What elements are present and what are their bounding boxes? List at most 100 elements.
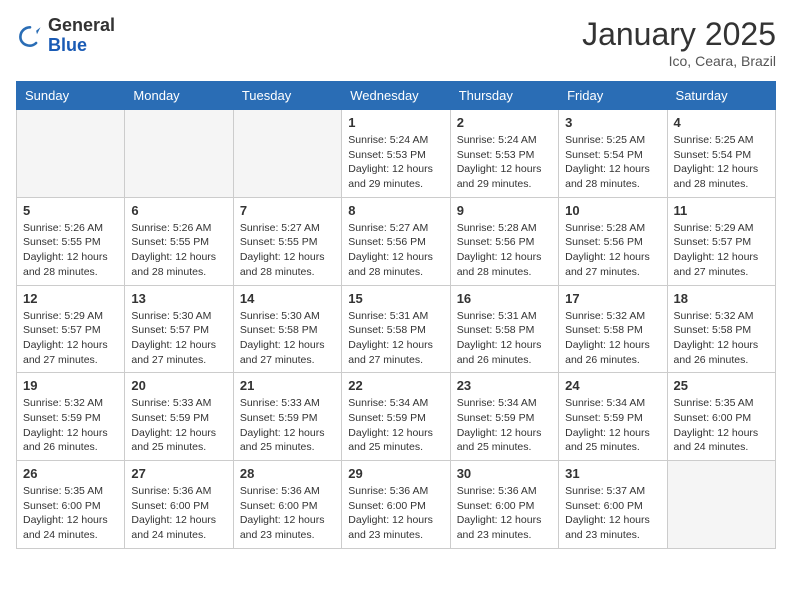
location: Ico, Ceara, Brazil <box>582 53 776 69</box>
day-number: 27 <box>131 466 226 481</box>
day-info: Sunrise: 5:25 AM Sunset: 5:54 PM Dayligh… <box>674 133 769 192</box>
day-number: 9 <box>457 203 552 218</box>
calendar-cell <box>125 110 233 198</box>
day-info: Sunrise: 5:32 AM Sunset: 5:58 PM Dayligh… <box>674 309 769 368</box>
calendar-week-2: 12Sunrise: 5:29 AM Sunset: 5:57 PM Dayli… <box>17 285 776 373</box>
day-number: 29 <box>348 466 443 481</box>
weekday-header-monday: Monday <box>125 82 233 110</box>
calendar-cell: 29 Sunrise: 5:36 AM Sunset: 6:00 PM Dayli… <box>342 461 450 549</box>
logo: General Blue <box>16 16 115 56</box>
weekday-header-friday: Friday <box>559 82 667 110</box>
title-block: January 2025 Ico, Ceara, Brazil <box>582 16 776 69</box>
day-info: Sunrise: 5:29 AM Sunset: 5:57 PM Dayligh… <box>23 309 118 368</box>
calendar-cell: 1Sunrise: 5:24 AM Sunset: 5:53 PM Daylig… <box>342 110 450 198</box>
weekday-header-row: SundayMondayTuesdayWednesdayThursdayFrid… <box>17 82 776 110</box>
calendar-week-3: 19 Sunrise: 5:32 AM Sunset: 5:59 PM Dayli… <box>17 373 776 461</box>
day-info: Sunrise: 5:28 AM Sunset: 5:56 PM Dayligh… <box>457 221 552 280</box>
calendar-cell: 5 Sunrise: 5:26 AM Sunset: 5:55 PM Daylig… <box>17 197 125 285</box>
day-info: Sunrise: 5:27 AM Sunset: 5:56 PM Dayligh… <box>348 221 443 280</box>
calendar-cell: 9 Sunrise: 5:28 AM Sunset: 5:56 PM Daylig… <box>450 197 558 285</box>
day-number: 4 <box>674 115 769 130</box>
day-number: 13 <box>131 291 226 306</box>
calendar-week-0: 1Sunrise: 5:24 AM Sunset: 5:53 PM Daylig… <box>17 110 776 198</box>
day-info: Sunrise: 5:33 AM Sunset: 5:59 PM Dayligh… <box>131 396 226 455</box>
day-info: Sunrise: 5:32 AM Sunset: 5:59 PM Dayligh… <box>23 396 118 455</box>
day-info: Sunrise: 5:37 AM Sunset: 6:00 PM Dayligh… <box>565 484 660 543</box>
calendar-cell: 27 Sunrise: 5:36 AM Sunset: 6:00 PM Dayli… <box>125 461 233 549</box>
day-number: 23 <box>457 378 552 393</box>
day-info: Sunrise: 5:36 AM Sunset: 6:00 PM Dayligh… <box>457 484 552 543</box>
calendar-cell <box>233 110 341 198</box>
calendar-header: SundayMondayTuesdayWednesdayThursdayFrid… <box>17 82 776 110</box>
logo-general: General <box>48 15 115 35</box>
day-info: Sunrise: 5:24 AM Sunset: 5:53 PM Dayligh… <box>457 133 552 192</box>
calendar-cell: 8 Sunrise: 5:27 AM Sunset: 5:56 PM Daylig… <box>342 197 450 285</box>
calendar-cell: 12Sunrise: 5:29 AM Sunset: 5:57 PM Dayli… <box>17 285 125 373</box>
day-number: 26 <box>23 466 118 481</box>
day-info: Sunrise: 5:25 AM Sunset: 5:54 PM Dayligh… <box>565 133 660 192</box>
day-number: 31 <box>565 466 660 481</box>
day-number: 8 <box>348 203 443 218</box>
day-number: 16 <box>457 291 552 306</box>
day-info: Sunrise: 5:35 AM Sunset: 6:00 PM Dayligh… <box>674 396 769 455</box>
calendar-cell: 14Sunrise: 5:30 AM Sunset: 5:58 PM Dayli… <box>233 285 341 373</box>
calendar-cell: 18 Sunrise: 5:32 AM Sunset: 5:58 PM Dayli… <box>667 285 775 373</box>
day-number: 18 <box>674 291 769 306</box>
calendar-cell: 26 Sunrise: 5:35 AM Sunset: 6:00 PM Dayli… <box>17 461 125 549</box>
calendar-cell: 4 Sunrise: 5:25 AM Sunset: 5:54 PM Daylig… <box>667 110 775 198</box>
calendar-cell: 17Sunrise: 5:32 AM Sunset: 5:58 PM Dayli… <box>559 285 667 373</box>
day-info: Sunrise: 5:36 AM Sunset: 6:00 PM Dayligh… <box>240 484 335 543</box>
calendar-cell: 6Sunrise: 5:26 AM Sunset: 5:55 PM Daylig… <box>125 197 233 285</box>
day-info: Sunrise: 5:35 AM Sunset: 6:00 PM Dayligh… <box>23 484 118 543</box>
day-info: Sunrise: 5:31 AM Sunset: 5:58 PM Dayligh… <box>348 309 443 368</box>
day-info: Sunrise: 5:36 AM Sunset: 6:00 PM Dayligh… <box>131 484 226 543</box>
calendar-cell: 7 Sunrise: 5:27 AM Sunset: 5:55 PM Daylig… <box>233 197 341 285</box>
calendar-cell: 13Sunrise: 5:30 AM Sunset: 5:57 PM Dayli… <box>125 285 233 373</box>
day-info: Sunrise: 5:26 AM Sunset: 5:55 PM Dayligh… <box>131 221 226 280</box>
day-number: 14 <box>240 291 335 306</box>
day-info: Sunrise: 5:24 AM Sunset: 5:53 PM Dayligh… <box>348 133 443 192</box>
calendar: SundayMondayTuesdayWednesdayThursdayFrid… <box>16 81 776 549</box>
calendar-cell: 21Sunrise: 5:33 AM Sunset: 5:59 PM Dayli… <box>233 373 341 461</box>
calendar-body: 1Sunrise: 5:24 AM Sunset: 5:53 PM Daylig… <box>17 110 776 549</box>
day-number: 25 <box>674 378 769 393</box>
calendar-week-4: 26 Sunrise: 5:35 AM Sunset: 6:00 PM Dayli… <box>17 461 776 549</box>
logo-text: General Blue <box>48 16 115 56</box>
logo-icon <box>16 22 44 50</box>
calendar-week-1: 5 Sunrise: 5:26 AM Sunset: 5:55 PM Daylig… <box>17 197 776 285</box>
day-number: 20 <box>131 378 226 393</box>
calendar-cell: 10Sunrise: 5:28 AM Sunset: 5:56 PM Dayli… <box>559 197 667 285</box>
calendar-cell: 16 Sunrise: 5:31 AM Sunset: 5:58 PM Dayli… <box>450 285 558 373</box>
day-info: Sunrise: 5:36 AM Sunset: 6:00 PM Dayligh… <box>348 484 443 543</box>
day-number: 7 <box>240 203 335 218</box>
day-number: 3 <box>565 115 660 130</box>
day-info: Sunrise: 5:26 AM Sunset: 5:55 PM Dayligh… <box>23 221 118 280</box>
day-number: 5 <box>23 203 118 218</box>
day-info: Sunrise: 5:27 AM Sunset: 5:55 PM Dayligh… <box>240 221 335 280</box>
day-number: 30 <box>457 466 552 481</box>
calendar-cell: 23Sunrise: 5:34 AM Sunset: 5:59 PM Dayli… <box>450 373 558 461</box>
calendar-cell: 3 Sunrise: 5:25 AM Sunset: 5:54 PM Daylig… <box>559 110 667 198</box>
day-number: 24 <box>565 378 660 393</box>
calendar-cell: 28 Sunrise: 5:36 AM Sunset: 6:00 PM Dayli… <box>233 461 341 549</box>
calendar-cell: 31 Sunrise: 5:37 AM Sunset: 6:00 PM Dayli… <box>559 461 667 549</box>
day-number: 19 <box>23 378 118 393</box>
day-number: 28 <box>240 466 335 481</box>
calendar-cell: 2Sunrise: 5:24 AM Sunset: 5:53 PM Daylig… <box>450 110 558 198</box>
calendar-cell: 22Sunrise: 5:34 AM Sunset: 5:59 PM Dayli… <box>342 373 450 461</box>
day-info: Sunrise: 5:32 AM Sunset: 5:58 PM Dayligh… <box>565 309 660 368</box>
day-info: Sunrise: 5:31 AM Sunset: 5:58 PM Dayligh… <box>457 309 552 368</box>
day-number: 11 <box>674 203 769 218</box>
calendar-cell: 11 Sunrise: 5:29 AM Sunset: 5:57 PM Dayli… <box>667 197 775 285</box>
weekday-header-thursday: Thursday <box>450 82 558 110</box>
weekday-header-sunday: Sunday <box>17 82 125 110</box>
calendar-cell: 19 Sunrise: 5:32 AM Sunset: 5:59 PM Dayli… <box>17 373 125 461</box>
page-header: General Blue January 2025 Ico, Ceara, Br… <box>16 16 776 69</box>
calendar-cell <box>667 461 775 549</box>
logo-blue: Blue <box>48 35 87 55</box>
weekday-header-saturday: Saturday <box>667 82 775 110</box>
calendar-cell: 24Sunrise: 5:34 AM Sunset: 5:59 PM Dayli… <box>559 373 667 461</box>
calendar-cell: 20 Sunrise: 5:33 AM Sunset: 5:59 PM Dayli… <box>125 373 233 461</box>
day-info: Sunrise: 5:29 AM Sunset: 5:57 PM Dayligh… <box>674 221 769 280</box>
day-info: Sunrise: 5:28 AM Sunset: 5:56 PM Dayligh… <box>565 221 660 280</box>
